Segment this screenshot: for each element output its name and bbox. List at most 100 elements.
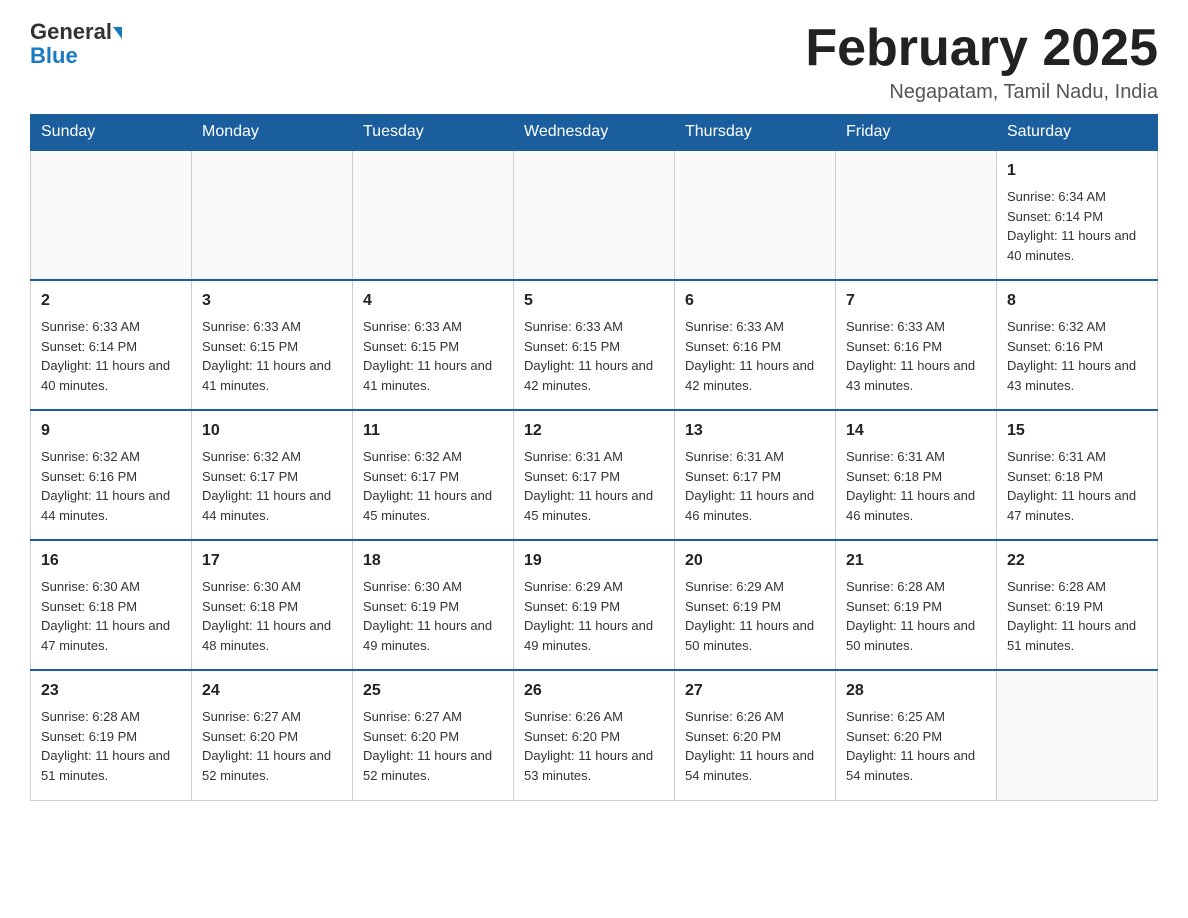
calendar-cell: 27 Sunrise: 6:26 AMSunset: 6:20 PMDayligh… xyxy=(675,670,836,800)
day-number: 25 xyxy=(363,679,503,703)
day-info: Sunrise: 6:30 AMSunset: 6:19 PMDaylight:… xyxy=(363,577,503,655)
day-info: Sunrise: 6:31 AMSunset: 6:18 PMDaylight:… xyxy=(1007,447,1147,525)
day-info: Sunrise: 6:28 AMSunset: 6:19 PMDaylight:… xyxy=(1007,577,1147,655)
day-info: Sunrise: 6:33 AMSunset: 6:16 PMDaylight:… xyxy=(846,317,986,395)
page-header: General Blue February 2025 Negapatam, Ta… xyxy=(30,20,1158,104)
weekday-header-row: Sunday Monday Tuesday Wednesday Thursday… xyxy=(31,115,1158,151)
day-info: Sunrise: 6:25 AMSunset: 6:20 PMDaylight:… xyxy=(846,707,986,785)
day-info: Sunrise: 6:26 AMSunset: 6:20 PMDaylight:… xyxy=(524,707,664,785)
day-info: Sunrise: 6:28 AMSunset: 6:19 PMDaylight:… xyxy=(41,707,181,785)
calendar-cell: 23 Sunrise: 6:28 AMSunset: 6:19 PMDayligh… xyxy=(31,670,192,800)
day-number: 10 xyxy=(202,419,342,443)
calendar-cell: 17 Sunrise: 6:30 AMSunset: 6:18 PMDayligh… xyxy=(192,540,353,670)
day-number: 12 xyxy=(524,419,664,443)
calendar-cell xyxy=(997,670,1158,800)
day-info: Sunrise: 6:26 AMSunset: 6:20 PMDaylight:… xyxy=(685,707,825,785)
calendar-cell: 7 Sunrise: 6:33 AMSunset: 6:16 PMDaylight… xyxy=(836,280,997,410)
calendar-cell: 25 Sunrise: 6:27 AMSunset: 6:20 PMDayligh… xyxy=(353,670,514,800)
day-number: 23 xyxy=(41,679,181,703)
calendar-cell: 28Sunrise: 6:25 AMSunset: 6:20 PMDayligh… xyxy=(836,670,997,800)
calendar-week-row: 2Sunrise: 6:33 AMSunset: 6:14 PMDaylight… xyxy=(31,280,1158,410)
day-info: Sunrise: 6:34 AMSunset: 6:14 PMDaylight:… xyxy=(1007,187,1147,265)
calendar-cell: 15 Sunrise: 6:31 AMSunset: 6:18 PMDayligh… xyxy=(997,410,1158,540)
day-number: 6 xyxy=(685,289,825,313)
day-number: 16 xyxy=(41,549,181,573)
day-info: Sunrise: 6:33 AMSunset: 6:15 PMDaylight:… xyxy=(524,317,664,395)
day-info: Sunrise: 6:32 AMSunset: 6:16 PMDaylight:… xyxy=(41,447,181,525)
calendar-cell: 3 Sunrise: 6:33 AMSunset: 6:15 PMDaylight… xyxy=(192,280,353,410)
day-info: Sunrise: 6:31 AMSunset: 6:17 PMDaylight:… xyxy=(685,447,825,525)
calendar-cell: 8 Sunrise: 6:32 AMSunset: 6:16 PMDaylight… xyxy=(997,280,1158,410)
day-number: 7 xyxy=(846,289,986,313)
calendar-cell: 5 Sunrise: 6:33 AMSunset: 6:15 PMDaylight… xyxy=(514,280,675,410)
calendar-cell: 22 Sunrise: 6:28 AMSunset: 6:19 PMDayligh… xyxy=(997,540,1158,670)
calendar-week-row: 23 Sunrise: 6:28 AMSunset: 6:19 PMDayligh… xyxy=(31,670,1158,800)
day-number: 1 xyxy=(1007,159,1147,183)
day-info: Sunrise: 6:27 AMSunset: 6:20 PMDaylight:… xyxy=(202,707,342,785)
day-info: Sunrise: 6:33 AMSunset: 6:15 PMDaylight:… xyxy=(202,317,342,395)
calendar-cell: 11Sunrise: 6:32 AMSunset: 6:17 PMDayligh… xyxy=(353,410,514,540)
calendar-cell: 12 Sunrise: 6:31 AMSunset: 6:17 PMDayligh… xyxy=(514,410,675,540)
day-info: Sunrise: 6:30 AMSunset: 6:18 PMDaylight:… xyxy=(41,577,181,655)
title-area: February 2025 Negapatam, Tamil Nadu, Ind… xyxy=(805,20,1158,104)
header-sunday: Sunday xyxy=(31,115,192,151)
calendar-cell: 24 Sunrise: 6:27 AMSunset: 6:20 PMDayligh… xyxy=(192,670,353,800)
day-info: Sunrise: 6:28 AMSunset: 6:19 PMDaylight:… xyxy=(846,577,986,655)
day-number: 15 xyxy=(1007,419,1147,443)
calendar-cell: 1 Sunrise: 6:34 AMSunset: 6:14 PMDaylight… xyxy=(997,150,1158,280)
location-title: Negapatam, Tamil Nadu, India xyxy=(805,81,1158,104)
day-number: 14 xyxy=(846,419,986,443)
calendar-cell: 13 Sunrise: 6:31 AMSunset: 6:17 PMDayligh… xyxy=(675,410,836,540)
calendar-cell xyxy=(675,150,836,280)
day-info: Sunrise: 6:33 AMSunset: 6:14 PMDaylight:… xyxy=(41,317,181,395)
calendar-cell xyxy=(836,150,997,280)
day-number: 20 xyxy=(685,549,825,573)
day-number: 5 xyxy=(524,289,664,313)
calendar-cell: 14 Sunrise: 6:31 AMSunset: 6:18 PMDayligh… xyxy=(836,410,997,540)
day-number: 9 xyxy=(41,419,181,443)
header-tuesday: Tuesday xyxy=(353,115,514,151)
calendar-cell xyxy=(514,150,675,280)
day-number: 21 xyxy=(846,549,986,573)
day-number: 24 xyxy=(202,679,342,703)
calendar-cell xyxy=(192,150,353,280)
calendar-week-row: 9 Sunrise: 6:32 AMSunset: 6:16 PMDaylight… xyxy=(31,410,1158,540)
calendar-cell: 21 Sunrise: 6:28 AMSunset: 6:19 PMDayligh… xyxy=(836,540,997,670)
day-number: 8 xyxy=(1007,289,1147,313)
calendar-cell: 26Sunrise: 6:26 AMSunset: 6:20 PMDayligh… xyxy=(514,670,675,800)
day-info: Sunrise: 6:32 AMSunset: 6:17 PMDaylight:… xyxy=(202,447,342,525)
calendar-cell: 2Sunrise: 6:33 AMSunset: 6:14 PMDaylight… xyxy=(31,280,192,410)
calendar-week-row: 1 Sunrise: 6:34 AMSunset: 6:14 PMDaylight… xyxy=(31,150,1158,280)
calendar-week-row: 16 Sunrise: 6:30 AMSunset: 6:18 PMDayligh… xyxy=(31,540,1158,670)
header-monday: Monday xyxy=(192,115,353,151)
day-number: 19 xyxy=(524,549,664,573)
day-number: 4 xyxy=(363,289,503,313)
day-number: 3 xyxy=(202,289,342,313)
day-number: 22 xyxy=(1007,549,1147,573)
day-info: Sunrise: 6:27 AMSunset: 6:20 PMDaylight:… xyxy=(363,707,503,785)
calendar-table: Sunday Monday Tuesday Wednesday Thursday… xyxy=(30,114,1158,801)
day-info: Sunrise: 6:29 AMSunset: 6:19 PMDaylight:… xyxy=(524,577,664,655)
header-saturday: Saturday xyxy=(997,115,1158,151)
calendar-cell: 10 Sunrise: 6:32 AMSunset: 6:17 PMDayligh… xyxy=(192,410,353,540)
logo-blue: Blue xyxy=(30,44,78,68)
month-title: February 2025 xyxy=(805,20,1158,77)
header-wednesday: Wednesday xyxy=(514,115,675,151)
calendar-cell xyxy=(31,150,192,280)
day-info: Sunrise: 6:31 AMSunset: 6:18 PMDaylight:… xyxy=(846,447,986,525)
day-number: 13 xyxy=(685,419,825,443)
day-number: 27 xyxy=(685,679,825,703)
day-info: Sunrise: 6:31 AMSunset: 6:17 PMDaylight:… xyxy=(524,447,664,525)
calendar-cell: 20 Sunrise: 6:29 AMSunset: 6:19 PMDayligh… xyxy=(675,540,836,670)
day-number: 17 xyxy=(202,549,342,573)
day-number: 18 xyxy=(363,549,503,573)
day-info: Sunrise: 6:32 AMSunset: 6:16 PMDaylight:… xyxy=(1007,317,1147,395)
day-info: Sunrise: 6:29 AMSunset: 6:19 PMDaylight:… xyxy=(685,577,825,655)
header-friday: Friday xyxy=(836,115,997,151)
day-info: Sunrise: 6:32 AMSunset: 6:17 PMDaylight:… xyxy=(363,447,503,525)
day-info: Sunrise: 6:30 AMSunset: 6:18 PMDaylight:… xyxy=(202,577,342,655)
calendar-cell: 19 Sunrise: 6:29 AMSunset: 6:19 PMDayligh… xyxy=(514,540,675,670)
calendar-cell: 6Sunrise: 6:33 AMSunset: 6:16 PMDaylight… xyxy=(675,280,836,410)
day-info: Sunrise: 6:33 AMSunset: 6:15 PMDaylight:… xyxy=(363,317,503,395)
header-thursday: Thursday xyxy=(675,115,836,151)
